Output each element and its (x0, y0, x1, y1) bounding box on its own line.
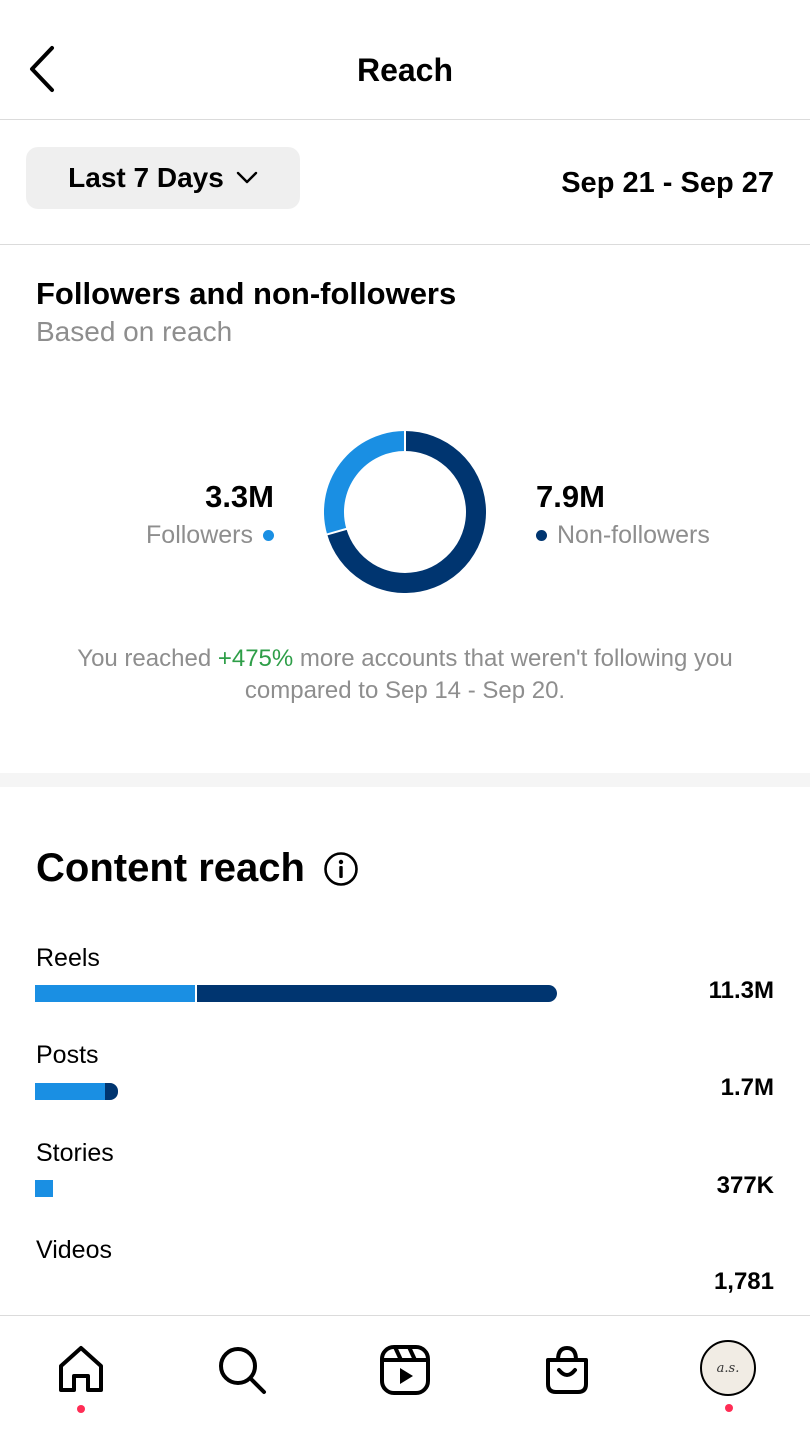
comparison-percentage: +475% (217, 645, 294, 672)
avatar-text: a.s. (716, 1360, 740, 1376)
non-followers-stat: 7.9M Non-followers (536, 479, 710, 550)
content-row-value-videos: 1,781 (713, 1268, 774, 1295)
followers-value: 3.3M (205, 479, 274, 514)
home-notification-dot (77, 1405, 85, 1413)
chevron-down-icon (236, 171, 258, 184)
followers-legend-dot (263, 530, 274, 541)
non-followers-legend: Non-followers (536, 521, 710, 550)
content-row-value-reels: 11.3M (708, 977, 774, 1004)
comparison-suffix: more accounts that weren't following you… (244, 645, 733, 704)
bottom-tab-bar (0, 1315, 810, 1440)
content-row-label-posts: Posts (36, 1041, 99, 1069)
content-row-label-reels: Reels (36, 944, 100, 972)
comparison-prefix: You reached (77, 645, 218, 672)
date-range-text: Sep 21 - Sep 27 (561, 167, 774, 199)
content-reach-title: Content reach (36, 846, 305, 890)
posts-bar-followers (35, 1083, 105, 1100)
comparison-text: You reached +475% more accounts that wer… (30, 643, 780, 707)
donut-slice-followers (324, 431, 406, 535)
tab-shop[interactable] (539, 1342, 595, 1398)
non-followers-label: Non-followers (557, 521, 710, 549)
followers-stat: 3.3M Followers (146, 479, 274, 550)
profile-avatar[interactable]: a.s. (700, 1340, 756, 1396)
content-row-value-stories: 377K (716, 1172, 774, 1199)
content-row-label-videos: Videos (36, 1236, 112, 1264)
date-range-row: Last 7 Days Sep 21 - Sep 27 (0, 121, 810, 245)
tab-search[interactable] (214, 1342, 270, 1398)
profile-notification-dot (725, 1404, 733, 1412)
date-range-dropdown-label: Last 7 Days (68, 162, 224, 193)
home-icon (59, 1346, 103, 1392)
tab-home[interactable] (53, 1342, 109, 1398)
reels-bar (35, 985, 557, 1002)
followers-label: Followers (146, 521, 253, 549)
posts-bar-non-followers (105, 1083, 118, 1100)
reels-icon (380, 1345, 430, 1395)
non-followers-legend-dot (536, 530, 547, 541)
reels-bar-followers (35, 985, 195, 1002)
followers-legend: Followers (146, 521, 274, 550)
followers-donut-chart (324, 431, 486, 593)
stories-bar-followers (35, 1180, 53, 1197)
date-range-dropdown[interactable]: Last 7 Days (26, 147, 300, 209)
non-followers-value: 7.9M (536, 479, 605, 514)
shop-icon (546, 1345, 588, 1394)
followers-section-title: Followers and non-followers (36, 276, 457, 311)
search-icon (219, 1347, 266, 1394)
posts-bar (35, 1083, 118, 1100)
stories-bar (35, 1180, 53, 1197)
content-row-label-stories: Stories (36, 1139, 114, 1167)
followers-section-subtitle: Based on reach (36, 316, 233, 347)
content-row-value-posts: 1.7M (720, 1074, 774, 1101)
tab-reels[interactable] (377, 1342, 433, 1398)
top-bar: Reach (0, 0, 810, 120)
info-icon[interactable] (323, 851, 359, 887)
reels-bar-non-followers (197, 985, 557, 1002)
content-reach-heading: Content reach (36, 846, 359, 891)
section-divider (0, 773, 810, 787)
page-title: Reach (356, 52, 454, 88)
